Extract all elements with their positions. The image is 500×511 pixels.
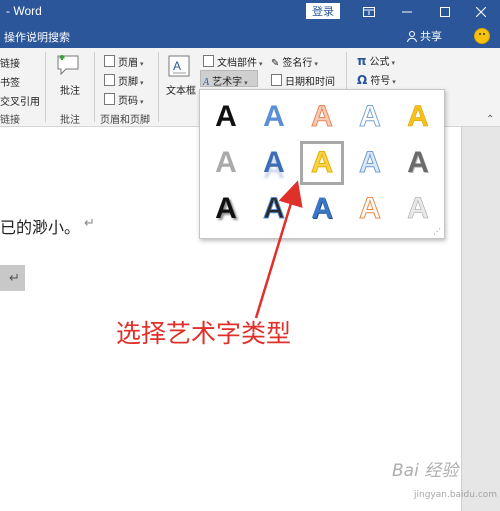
tell-me-search[interactable]: 操作说明搜索 [4,29,70,45]
wordart-style-orange-white[interactable]: A [348,187,392,231]
title-bar: - Word 登录 [0,0,500,23]
wordart-style-blue-bevel[interactable]: A [300,187,344,231]
divider [94,52,95,122]
comments-group-label: 批注 [60,115,80,126]
header-button[interactable]: 页眉 ▾ [104,54,144,69]
wordart-label: 艺术字 [212,77,243,88]
watermark-text: Bai 经验 [392,461,459,481]
page-number-button[interactable]: 页码 ▾ [104,92,144,107]
tell-me-bar: 操作说明搜索 共享 [0,23,500,48]
ribbon-cross-reference-button[interactable]: 交叉引用 [0,93,40,108]
comment-button[interactable]: 批注 [60,82,80,97]
divider [45,52,46,122]
page-number-icon [104,93,115,105]
person-icon [407,30,417,42]
quick-parts-button[interactable]: 文档部件 ▾ [203,54,263,69]
calendar-icon [271,74,282,86]
feedback-smiley-icon[interactable] [474,28,490,44]
wordart-style-silver[interactable]: A [396,187,440,231]
signature-line-button[interactable]: ✎ 签名行 ▾ [271,54,318,69]
document-gutter [461,127,500,511]
wordart-style-blue-gradient[interactable]: A [252,95,296,139]
wordart-icon: A [203,77,210,88]
wordart-style-gray-metal[interactable]: A [396,141,440,185]
window-title: - Word [6,4,42,18]
ribbon-link-button[interactable]: 链接 [0,55,20,70]
selected-paragraph-block: ↵ [0,265,25,291]
symbol-button[interactable]: Ω 符号 ▾ [357,72,396,87]
login-button[interactable]: 登录 [306,3,340,19]
footer-icon [104,74,115,86]
minimize-icon[interactable] [388,0,426,23]
wordart-style-gray-gradient[interactable]: A [204,141,248,185]
header-footer-group-label: 页眉和页脚 [100,115,150,126]
wordart-style-black-solid[interactable]: A [204,95,248,139]
watermark-url: jingyan.baidu.com [414,490,498,500]
wordart-style-gold-solid[interactable]: A [396,95,440,139]
equation-button[interactable]: π 公式 ▾ [357,53,395,68]
watermark: Bai 经验 jingyan.baidu.com [392,456,497,500]
symbol-label: 符号 [370,76,391,87]
wordart-style-orange-outline[interactable]: A [300,95,344,139]
footer-button[interactable]: 页脚 ▾ [104,73,144,88]
textbox-icon[interactable]: A [168,55,190,80]
quick-parts-label: 文档部件 [217,58,257,69]
wordart-style-black-shadow[interactable]: A [204,187,248,231]
annotation-text: 选择艺术字类型 [116,319,292,348]
header-label: 页眉 [118,58,138,69]
paragraph-mark: ↵ [84,215,95,230]
share-label: 共享 [420,30,442,43]
wordart-style-blue-outline[interactable]: A [348,95,392,139]
wordart-button[interactable]: A 艺术字 ▾ [203,73,248,88]
footer-label: 页脚 [118,77,138,88]
divider [158,52,159,122]
maximize-icon[interactable] [426,0,464,23]
equation-label: 公式 [369,57,390,68]
wordart-style-dark-outline[interactable]: A [252,187,296,231]
signature-icon: ✎ [271,58,280,69]
share-button[interactable]: 共享 [407,28,442,44]
wordart-style-gold-glow[interactable]: A [300,141,344,185]
header-icon [104,55,115,67]
signature-line-label: 签名行 [282,58,313,69]
svg-text:A: A [173,59,181,73]
wordart-gallery: AAAAAAAAAAAAAAA ⋰ [199,89,445,239]
wordart-style-blue-reflection[interactable]: A [252,141,296,185]
wordart-style-light-blue-outline[interactable]: A [348,141,392,185]
comment-icon[interactable] [56,53,82,80]
pi-icon: π [357,54,367,68]
ribbon-bookmark-button[interactable]: 书签 [0,74,20,89]
paragraph-mark: ↵ [9,270,20,285]
date-time-label: 日期和时间 [285,77,335,88]
close-icon[interactable] [462,0,500,23]
textbox-button[interactable]: 文本框 [166,82,196,97]
date-time-button[interactable]: 日期和时间 [271,73,335,88]
collapse-ribbon-icon[interactable]: ⌃ [486,114,494,125]
document-text-line: 已的渺小。 [0,218,81,237]
resize-grip-icon[interactable]: ⋰ [433,227,441,236]
ribbon-display-options-icon[interactable] [350,0,388,23]
page-number-label: 页码 [118,96,138,107]
quick-parts-icon [203,55,214,67]
links-group-label: 链接 [0,115,20,126]
omega-icon: Ω [357,73,368,87]
